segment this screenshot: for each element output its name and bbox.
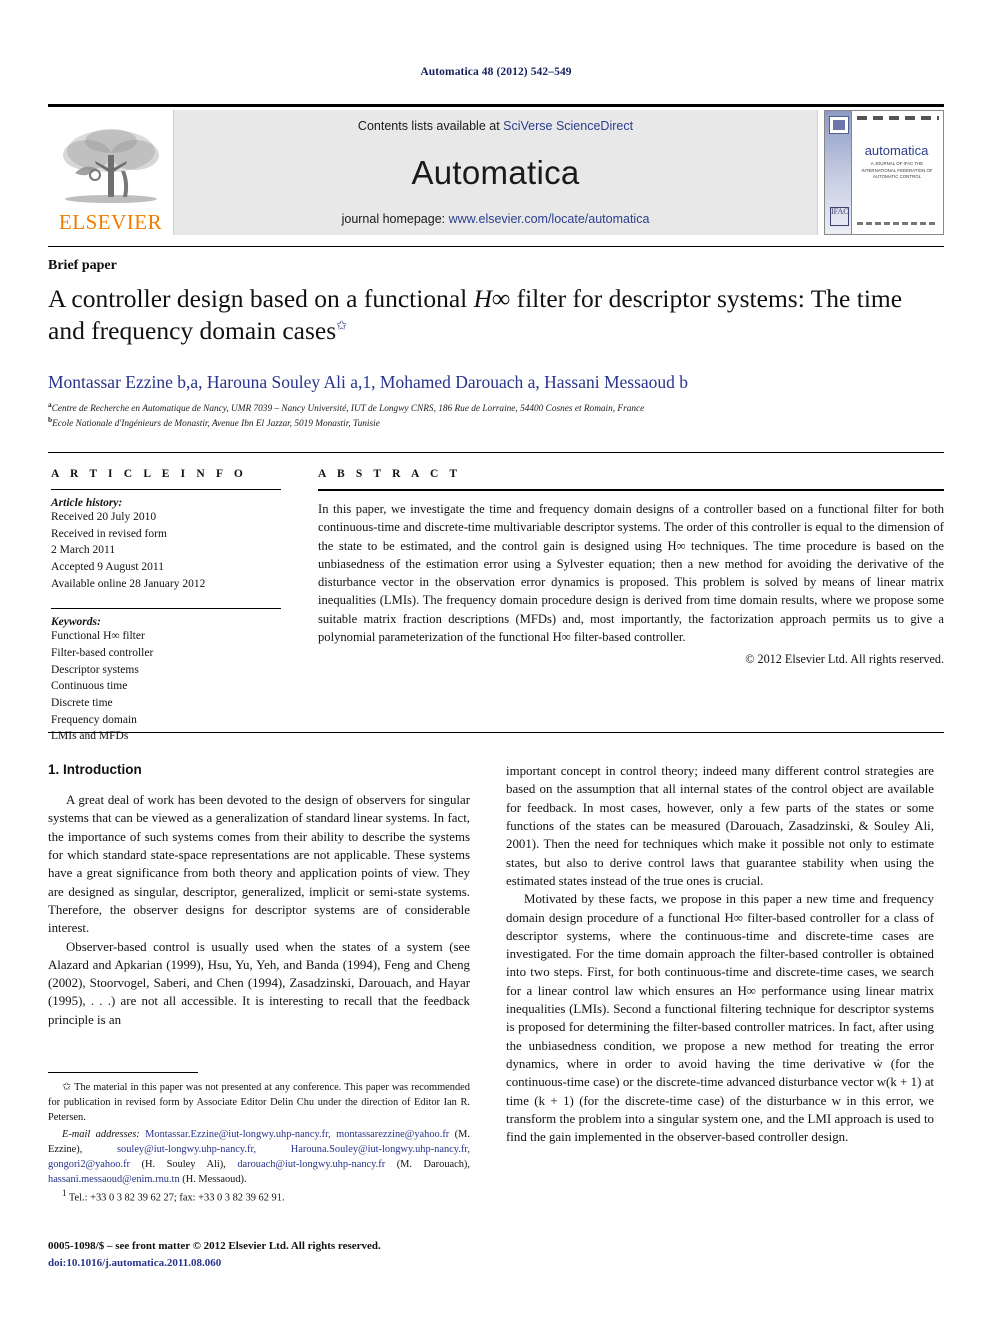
journal-title: Automatica [411,153,580,191]
cover-ifac-logo-icon: IFAC [830,207,849,226]
elsevier-logo: ELSEVIER [48,110,173,235]
elsevier-wordmark: ELSEVIER [58,210,163,234]
cover-header-text-lines [857,116,939,120]
contents-prefix: Contents lists available at [357,119,504,133]
email-link[interactable]: darouach@iut-longwy.uhp-nancy.fr [237,1159,385,1170]
email-link[interactable]: Montassar.Ezzine@iut-longwy.uhp-nancy.fr… [145,1129,331,1140]
article-info-heading: A R T I C L E I N F O [51,468,247,480]
keyword-item: Filter-based controller [51,647,154,660]
footnote-telephone: 1 Tel.: +33 0 3 82 39 62 27; fax: +33 0 … [48,1187,470,1206]
journal-homepage-link[interactable]: www.elsevier.com/locate/automatica [449,212,650,226]
email-link[interactable]: gongori2@yahoo.fr [48,1159,130,1170]
email-owner: (M. Darouach), [385,1158,470,1170]
email-addresses-label: E-mail addresses: [62,1129,140,1141]
title-divider [48,246,944,247]
sciencedirect-link[interactable]: SciVerse ScienceDirect [503,119,633,133]
cover-vertical-rule [851,111,852,234]
email-link[interactable]: montassarezzine@yahoo.fr [336,1129,449,1140]
cover-journal-subtitle: A JOURNAL OF IFAC THE INTERNATIONAL FEDE… [861,161,933,180]
history-line: Received in revised form [51,527,167,540]
email-link[interactable]: hassani.messaoud@enim.rnu.tn [48,1174,180,1185]
abstract-text: In this paper, we investigate the time a… [318,502,944,644]
keyword-item: Functional H∞ filter [51,630,145,643]
article-info-column: A R T I C L E I N F O Article history: R… [51,468,281,745]
article-info-rule [51,489,281,490]
doi-link[interactable]: doi:10.1016/j.automatica.2011.08.060 [48,1255,478,1272]
abstract-column: A B S T R A C T In this paper, we invest… [318,468,944,667]
article-history-label: Article history: [51,497,123,509]
contents-banner: Contents lists available at SciVerse Sci… [173,110,818,235]
article-title: A controller design based on a functiona… [48,283,928,347]
body-paragraph: Motivated by these facts, we propose in … [506,892,934,1145]
section-heading-introduction: 1. Introduction [48,762,142,777]
footnote-star-marker: ✩ [62,1081,72,1093]
running-head: Automatica 48 (2012) 542–549 [420,66,572,78]
title-h-infinity-symbol: H∞ [473,284,511,313]
footnote-tel-text: Tel.: +33 0 3 82 39 62 27; fax: +33 0 3 … [68,1192,285,1204]
body-column-left: 1. Introduction A great deal of work has… [48,762,470,1029]
info-band-bottom-divider [48,732,944,733]
cover-journal-title: automatica [864,143,929,158]
footnote-star: ✩ The material in this paper was not pre… [48,1080,470,1125]
footnote-emails: E-mail addresses: Montassar.Ezzine@iut-l… [48,1128,470,1187]
affiliation-b: bEcole Nationale d'Ingénieurs de Monasti… [48,415,938,432]
cover-publisher-mark-icon [829,116,849,134]
email-link[interactable]: souley@iut-longwy.uhp-nancy.fr, [117,1144,256,1155]
keywords-rule [51,608,281,610]
email-link[interactable]: Harouna.Souley@iut-longwy.uhp-nancy.fr, [291,1144,470,1155]
article-type-label: Brief paper [48,258,117,273]
keyword-item: Discrete time [51,697,113,710]
keyword-item: Descriptor systems [51,663,139,676]
paper-page: Automatica 48 (2012) 542–549 ELSEVIER Co… [0,0,992,1323]
keyword-item: Frequency domain [51,713,137,726]
affiliation-a-text: Centre de Recherche en Automatique de Na… [51,404,645,415]
cover-footer-text-lines [857,222,938,225]
keyword-item: Continuous time [51,680,128,693]
email-owner: (H. Souley Ali), [130,1158,226,1170]
title-part-1: A controller design based on a functiona… [48,284,474,313]
info-band-top-divider [48,452,944,453]
body-paragraph: Observer-based control is usually used w… [48,939,470,1027]
footnote-star-text: The material in this paper was not prese… [48,1082,470,1123]
contents-available-line: Contents lists available at SciVerse Sci… [358,119,633,133]
imprint-block: 0005-1098/$ – see front matter © 2012 El… [48,1238,478,1271]
footnote-divider [48,1072,198,1073]
abstract-copyright: © 2012 Elsevier Ltd. All rights reserved… [745,652,944,666]
footnote-tel-marker: 1 [62,1188,67,1199]
journal-homepage-line: journal homepage: www.elsevier.com/locat… [342,212,650,226]
keywords-label: Keywords: [51,616,101,629]
history-line: Received 20 July 2010 [51,511,157,523]
article-history-list: Received 20 July 2010 Received in revise… [51,509,281,592]
abstract-rule [318,489,944,491]
history-line: Available online 28 January 2012 [51,577,206,590]
keyword-item: LMIs and MFDs [51,730,129,743]
elsevier-tree-icon [62,129,159,203]
history-line: Accepted 9 August 2011 [51,561,164,574]
history-line: 2 March 2011 [51,544,116,557]
issn-copyright-line: 0005-1098/$ – see front matter © 2012 El… [48,1240,381,1252]
homepage-prefix: journal homepage: [341,212,449,226]
body-paragraph: important concept in control theory; ind… [506,764,934,888]
footnote-block: ✩ The material in this paper was not pre… [48,1080,470,1207]
affiliation-b-text: Ecole Nationale d'Ingénieurs de Monastir… [52,419,380,430]
body-column-right: important concept in control theory; ind… [506,762,934,1147]
author-list: Montassar Ezzine b,a, Harouna Souley Ali… [48,372,689,392]
journal-cover-thumbnail: automatica A JOURNAL OF IFAC THE INTERNA… [824,110,944,235]
keywords-list: Functional H∞ filter Filter-based contro… [51,628,281,745]
title-footnote-star[interactable]: ✩ [336,318,347,333]
email-owner: (H. Messaoud). [179,1173,247,1185]
abstract-heading: A B S T R A C T [318,468,462,480]
body-paragraph: A great deal of work has been devoted to… [48,793,470,936]
journal-masthead: ELSEVIER Contents lists available at Sci… [48,104,944,235]
